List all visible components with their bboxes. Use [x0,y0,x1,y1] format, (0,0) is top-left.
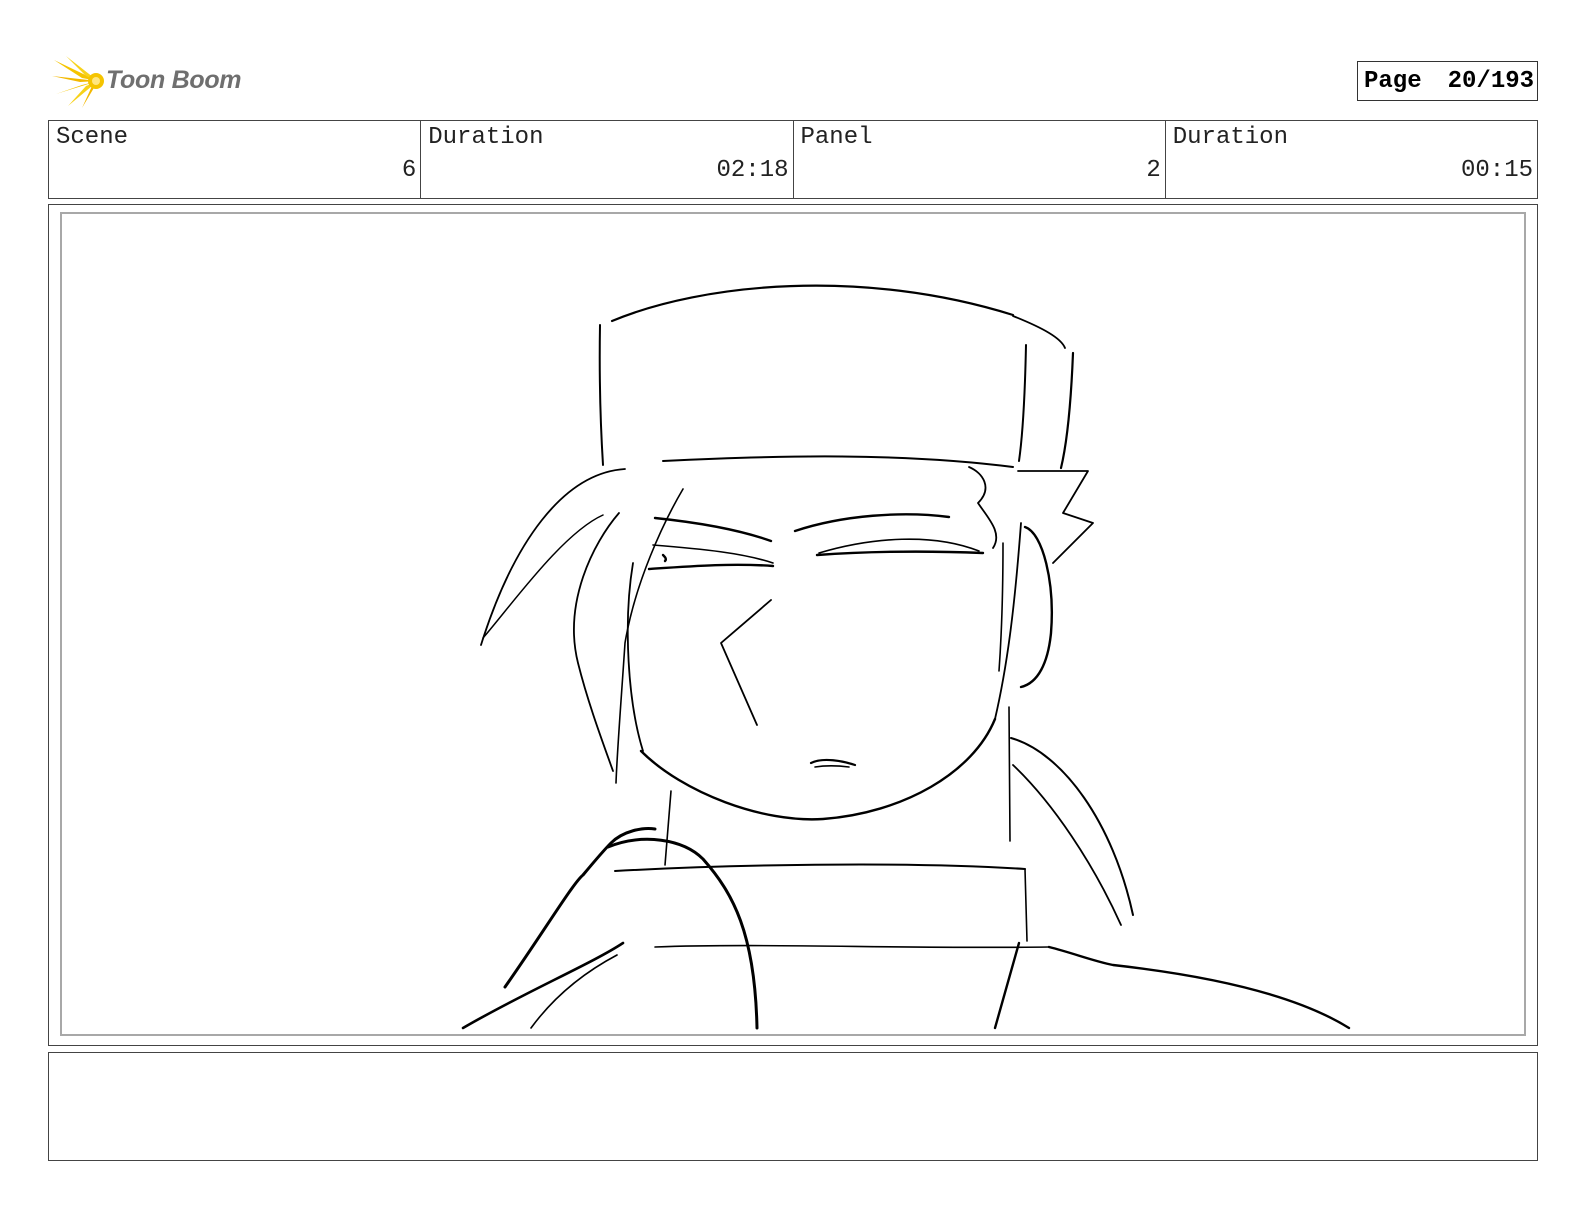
panel-image-area [60,212,1526,1036]
panel-cell: Panel 2 [794,121,1166,198]
scene-cell: Scene 6 [49,121,422,198]
panel-info-bar: Scene 6 Duration 02:18 Panel 2 Duration … [48,120,1538,199]
panel-notes-area [48,1052,1538,1161]
panel-duration-value: 00:15 [1460,157,1533,184]
scene-value: 6 [401,157,417,184]
scene-label: Scene [56,124,129,151]
panel-frame [48,204,1538,1046]
panel-duration-cell: Duration 00:15 [1166,121,1537,198]
panel-label: Panel [800,124,873,151]
toon-boom-logo: Toon Boom [52,54,252,108]
page-label: Page [1364,67,1422,95]
panel-duration-label: Duration [1172,124,1288,151]
logo-text: Toon Boom [106,66,242,94]
page-indicator: Page 20/193 [1357,61,1538,101]
starburst-icon [52,56,104,108]
scene-duration-value: 02:18 [716,157,789,184]
scene-duration-cell: Duration 02:18 [421,121,794,198]
character-sketch [461,284,1351,1030]
panel-value: 2 [1146,157,1161,184]
page-number: 20/193 [1447,67,1535,95]
scene-duration-label: Duration [428,124,544,151]
